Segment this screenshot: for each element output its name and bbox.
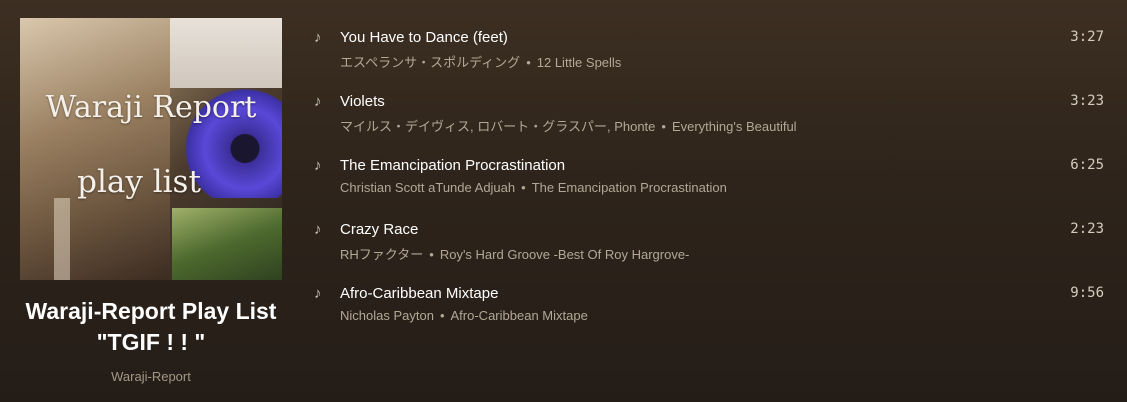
track-row[interactable]: ♪ Crazy Race RHファクター • Roy's Hard Groove -… (310, 217, 1110, 281)
track-duration: 3:27 (1070, 29, 1104, 45)
track-album[interactable]: Roy's Hard Groove -Best Of Roy Hargrove- (440, 247, 690, 262)
track-name[interactable]: You Have to Dance (feet) (340, 29, 508, 46)
track-meta: Nicholas Payton • Afro-Caribbean Mixtape (340, 308, 588, 323)
track-row[interactable]: ♪ Afro-Caribbean Mixtape Nicholas Payton… (310, 281, 1110, 345)
music-note-icon: ♪ (314, 285, 322, 302)
track-album[interactable]: 12 Little Spells (537, 55, 622, 70)
track-duration: 9:56 (1070, 285, 1104, 301)
playlist-owner[interactable]: Waraji-Report (20, 369, 282, 384)
track-artists[interactable]: RHファクター (340, 247, 423, 262)
track-meta: Christian Scott aTunde Adjuah • The Emanci… (340, 180, 727, 195)
cover-leaves-shape (172, 208, 282, 280)
music-note-icon: ♪ (314, 29, 322, 46)
track-meta: RHファクター • Roy's Hard Groove -Best Of Roy H… (340, 244, 689, 263)
playlist-title[interactable]: Waraji-Report Play List "TGIF ! ! " (20, 296, 282, 358)
music-note-icon: ♪ (314, 93, 322, 110)
track-name[interactable]: The Emancipation Procrastination (340, 157, 565, 174)
track-row[interactable]: ♪ You Have to Dance (feet) エスペランサ・スポルディン… (310, 25, 1110, 89)
track-list: ♪ You Have to Dance (feet) エスペランサ・スポルディン… (310, 25, 1110, 345)
meta-separator: • (526, 55, 531, 70)
track-artists[interactable]: Christian Scott aTunde Adjuah (340, 180, 515, 195)
music-note-icon: ♪ (314, 157, 322, 174)
track-album[interactable]: The Emancipation Procrastination (532, 180, 727, 195)
track-row[interactable]: ♪ The Emancipation Procrastination Chris… (310, 153, 1110, 217)
track-row[interactable]: ♪ Violets マイルス・デイヴィス, ロバート・グラスパー, Phonte… (310, 89, 1110, 153)
cover-bg-shape (170, 18, 282, 88)
meta-separator: • (661, 119, 666, 134)
meta-separator: • (429, 247, 434, 262)
track-name[interactable]: Crazy Race (340, 221, 418, 238)
track-duration: 3:23 (1070, 93, 1104, 109)
track-album[interactable]: Afro-Caribbean Mixtape (451, 308, 588, 323)
meta-separator: • (439, 308, 445, 323)
meta-separator: • (521, 180, 526, 195)
cover-glass-shape (20, 18, 170, 280)
track-album[interactable]: Everything's Beautiful (672, 119, 797, 134)
track-duration: 6:25 (1070, 157, 1104, 173)
track-name[interactable]: Violets (340, 93, 385, 110)
cover-stem-shape (54, 198, 70, 280)
cover-title-line1: Waraji Report (45, 90, 257, 125)
playlist-sidebar: Waraji Report play list Waraji-Report Pl… (0, 0, 300, 402)
playlist-cover-image[interactable]: Waraji Report play list (20, 18, 282, 280)
track-artists[interactable]: Nicholas Payton (340, 308, 434, 323)
track-meta: マイルス・デイヴィス, ロバート・グラスパー, Phonte • Everythin… (340, 116, 797, 135)
track-duration: 2:23 (1070, 221, 1104, 237)
track-artists[interactable]: マイルス・デイヴィス, ロバート・グラスパー, Phonte (340, 119, 655, 134)
cover-title-line2: play list (77, 164, 201, 200)
track-artists[interactable]: エスペランサ・スポルディング (340, 55, 520, 70)
track-meta: エスペランサ・スポルディング • 12 Little Spells (340, 52, 621, 71)
track-name[interactable]: Afro-Caribbean Mixtape (340, 285, 498, 302)
music-note-icon: ♪ (314, 221, 322, 238)
